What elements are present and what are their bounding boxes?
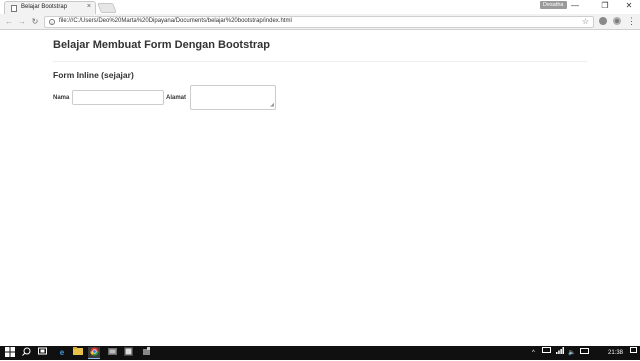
extension-icon[interactable] [613, 17, 621, 25]
app-icon[interactable] [122, 347, 134, 359]
file-explorer-icon[interactable] [72, 347, 84, 359]
task-view-icon[interactable] [36, 347, 48, 359]
tab-belajar-bootstrap[interactable]: Belajar Bootstrap × [4, 1, 96, 14]
browser-chrome: Belajar Bootstrap × Desatha — ❐ ✕ ← → ↻ … [0, 0, 640, 30]
tray-overflow-icon[interactable]: ^ [532, 347, 535, 359]
taskbar: e ^ 🔈 21:38 [0, 346, 640, 360]
notifications-icon[interactable] [630, 347, 637, 359]
profile-button[interactable]: Desatha [540, 1, 567, 9]
page-icon [11, 5, 17, 12]
chrome-icon[interactable] [88, 347, 100, 359]
maximize-icon[interactable]: ❐ [598, 0, 612, 12]
url-text[interactable]: file:///C:/Users/Deo%20Marta%20Dipayana/… [59, 18, 292, 24]
app-icon[interactable] [106, 347, 118, 359]
nama-input[interactable] [72, 90, 164, 105]
divider [53, 61, 587, 62]
network-icon[interactable] [556, 347, 564, 359]
keyboard-icon[interactable] [580, 347, 589, 359]
close-window-icon[interactable]: ✕ [622, 0, 636, 12]
info-icon[interactable]: i [49, 19, 55, 25]
alamat-textarea[interactable]: ◢ [190, 85, 276, 110]
search-icon[interactable] [20, 347, 32, 359]
volume-icon[interactable]: 🔈 [568, 347, 575, 359]
back-icon[interactable]: ← [4, 16, 14, 28]
close-tab-icon[interactable]: × [87, 3, 91, 10]
minimize-icon[interactable]: — [568, 0, 582, 12]
page-content: Belajar Membuat Form Dengan Bootstrap Fo… [0, 30, 640, 346]
forward-icon[interactable]: → [17, 16, 27, 28]
reload-icon[interactable]: ↻ [30, 16, 40, 28]
nama-label: Nama [53, 95, 70, 101]
app-icon[interactable] [140, 347, 152, 359]
resize-handle-icon[interactable]: ◢ [270, 103, 274, 108]
tab-strip: Belajar Bootstrap × Desatha — ❐ ✕ [0, 0, 640, 14]
section-title: Form Inline (sejajar) [53, 70, 134, 80]
browser-toolbar: ← → ↻ i file:///C:/Users/Deo%20Marta%20D… [0, 14, 640, 30]
clock[interactable]: 21:38 [608, 347, 623, 359]
start-icon[interactable] [4, 347, 16, 359]
address-bar[interactable]: i file:///C:/Users/Deo%20Marta%20Dipayan… [44, 16, 594, 28]
edge-icon[interactable]: e [56, 347, 68, 359]
bookmark-star-icon[interactable]: ☆ [582, 17, 589, 27]
alamat-label: Alamat [166, 95, 187, 101]
page-title: Belajar Membuat Form Dengan Bootstrap [53, 39, 270, 51]
action-center-icon[interactable] [542, 347, 551, 359]
menu-icon[interactable]: ⋮ [627, 15, 636, 27]
tab-title: Belajar Bootstrap [21, 4, 68, 10]
new-tab-button[interactable] [97, 3, 117, 13]
extension-icon[interactable] [599, 17, 607, 25]
